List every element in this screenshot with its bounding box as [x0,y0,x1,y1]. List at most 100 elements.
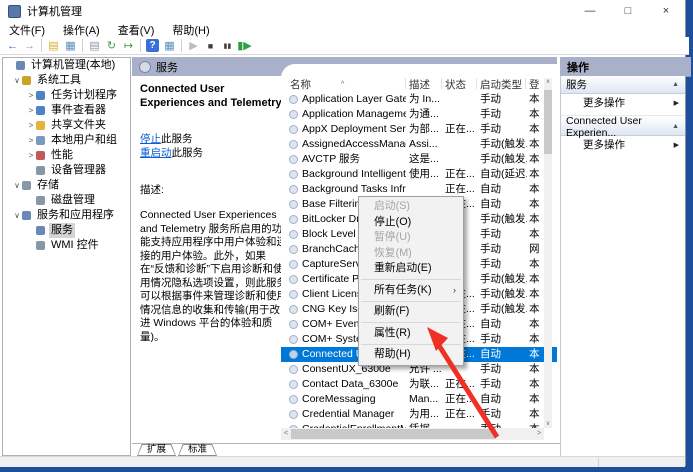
column-divider[interactable] [405,78,406,89]
service-row[interactable]: Credential Manager 为用... 正在... 手动 本 [281,407,557,422]
horizontal-scrollbar[interactable]: < > [281,428,544,440]
scroll-right-icon[interactable]: > [534,428,544,440]
column-header-description[interactable]: 描述 [409,78,430,92]
context-menu-item[interactable]: 属性(R) [359,326,463,342]
expand-chevron-icon[interactable]: ∨ [12,178,22,193]
context-menu-item[interactable] [361,300,461,302]
collapse-icon[interactable]: ▲ [672,81,679,88]
horizontal-scroll-thumb[interactable] [291,429,496,439]
close-button[interactable]: × [647,0,685,22]
toolbar-button[interactable]: ▮▮ [219,38,236,53]
menu-item[interactable]: 帮助(H) [163,22,218,38]
toolbar-button[interactable]: ▮▶ [236,38,253,53]
toolbar-button[interactable] [181,39,182,52]
expand-chevron-icon[interactable]: > [26,103,36,118]
maximize-button[interactable]: □ [609,0,647,22]
service-row[interactable]: Background Intelligent T... 使用... 正在... … [281,167,557,182]
context-menu-item[interactable]: 停止(O) [359,215,463,231]
tree-item[interactable]: 设备管理器 [3,163,130,178]
service-row[interactable]: Application Management 为通... 手动 本 [281,107,557,122]
stop-service-link[interactable]: 停止 [140,133,161,145]
tree-item[interactable]: ∨ 服务和应用程序 [3,208,130,223]
toolbar-button[interactable]: ↻ [103,38,120,53]
tree-item[interactable]: ∨ 存储 [3,178,130,193]
toolbar-button[interactable]: ▤ [86,38,103,53]
tree-item[interactable]: > 本地用户和组 [3,133,130,148]
toolbar-button[interactable] [140,39,141,52]
context-menu-item[interactable]: 启动(S) [359,199,463,215]
vertical-scrollbar[interactable]: ∧ ∨ [544,78,552,428]
scroll-left-icon[interactable]: < [281,428,291,440]
column-divider[interactable] [476,78,477,89]
column-header-name[interactable]: 名称 [290,78,311,92]
context-menu-item[interactable]: 帮助(H) [359,347,463,363]
minimize-button[interactable]: — [571,0,609,22]
context-menu-item[interactable] [361,279,461,280]
service-row[interactable]: Application Layer Gatewa... 为 In... 手动 本 [281,92,557,107]
service-description-cell: 为部... [409,123,439,135]
expand-chevron-icon[interactable]: > [26,133,36,148]
scroll-up-icon[interactable]: ∧ [544,78,552,86]
toolbar-button[interactable]: ← [4,38,21,53]
tree-item[interactable]: 服务 [3,223,130,238]
more-actions-item[interactable]: 更多操作 ▶ [561,94,685,111]
context-menu-item[interactable] [361,343,461,345]
tree-item[interactable]: > 任务计划程序 [3,88,130,103]
view-tab[interactable]: 标准 [178,444,218,456]
vertical-scroll-thumb[interactable] [544,90,552,154]
service-row[interactable]: Background Tasks Infras... 正在... 自动 本 [281,182,557,197]
context-menu-item[interactable]: 刷新(F) [359,304,463,320]
tree-item[interactable]: 计算机管理(本地) [3,58,130,73]
service-row[interactable]: AssignedAccessManager... Assi... 手动(触发..… [281,137,557,152]
tree-item[interactable]: 磁盘管理 [3,193,130,208]
view-tab[interactable]: 扩展 [137,444,177,456]
tree-item[interactable]: WMI 控件 [3,238,130,253]
context-menu-item[interactable] [361,322,461,323]
column-divider[interactable] [441,78,442,89]
expand-chevron-icon[interactable]: > [26,118,36,133]
service-logon-cell: 本 [529,108,540,120]
toolbar-button[interactable] [41,39,42,52]
context-menu-item[interactable]: 重新启动(E) [359,261,463,277]
tree-item[interactable]: > 事件查看器 [3,103,130,118]
toolbar-button[interactable]: ? [146,39,159,52]
context-menu-item[interactable]: 恢复(M) [359,246,463,262]
restart-service-link[interactable]: 重启动 [140,147,172,159]
menu-item[interactable]: 文件(F) [0,22,54,38]
tree-item-label: 任务计划程序 [51,89,117,101]
menu-item[interactable]: 查看(V) [109,22,164,38]
tree-item[interactable]: > 性能 [3,148,130,163]
more-actions-item[interactable]: 更多操作 ▶ [561,136,685,153]
toolbar-button[interactable] [82,39,83,52]
toolbar-button[interactable]: → [21,38,38,53]
expand-chevron-icon[interactable]: ∨ [12,73,22,88]
column-header-status[interactable]: 状态 [445,78,466,92]
service-row[interactable]: Contact Data_6300e 为联... 正在... 手动 本 [281,377,557,392]
context-menu-item[interactable]: 暂停(U) [359,230,463,246]
toolbar-button[interactable]: ↦ [120,38,137,53]
collapse-icon[interactable]: ▲ [672,123,679,130]
actions-section-selected-service[interactable]: Connected User Experien... ▲ [561,115,685,139]
column-divider[interactable] [525,78,526,89]
toolbar-button[interactable]: ▦ [62,38,79,53]
menu-item[interactable]: 操作(A) [54,22,109,38]
toolbar-button[interactable]: ▦ [161,38,178,53]
service-row[interactable]: AVCTP 服务 这是... 手动(触发... 本 [281,152,557,167]
toolbar-button[interactable]: ▶ [185,38,202,53]
column-header-startup-type[interactable]: 启动类型 [480,78,522,92]
scroll-down-icon[interactable]: ∨ [544,420,552,428]
tree-item[interactable]: > 共享文件夹 [3,118,130,133]
context-menu-item[interactable]: 所有任务(K) › [359,283,463,299]
tree-item-icon [36,241,45,250]
expand-chevron-icon[interactable]: > [26,88,36,103]
actions-section-services[interactable]: 服务 ▲ [561,76,685,94]
toolbar-button[interactable]: ▤ [45,38,62,53]
toolbar-button[interactable]: ■ [202,38,219,53]
expand-chevron-icon[interactable]: > [26,148,36,163]
service-status-cell: 正在... [445,183,475,195]
service-row[interactable]: AppX Deployment Servic... 为部... 正在... 手动… [281,122,557,137]
service-row[interactable]: CoreMessaging Man... 正在... 自动 本 [281,392,557,407]
tree-item[interactable]: ∨ 系统工具 [3,73,130,88]
expand-chevron-icon[interactable]: ∨ [12,208,22,223]
column-header-logon-as[interactable]: 登 [529,78,540,92]
